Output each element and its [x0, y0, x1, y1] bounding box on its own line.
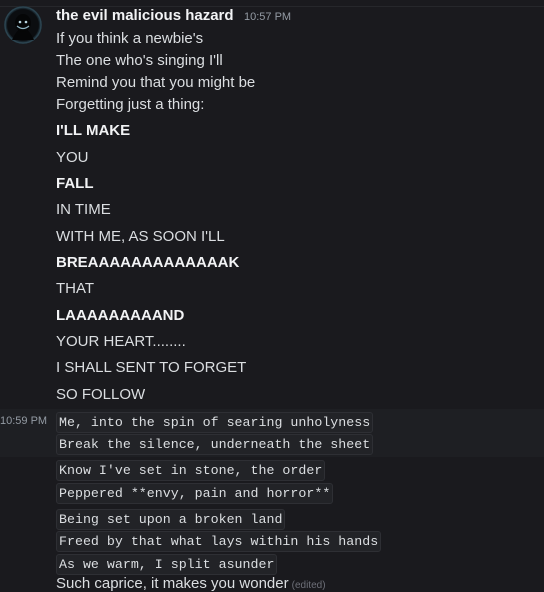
lyric-line: FALL: [56, 175, 94, 192]
inline-code-line: Being set upon a broken land: [56, 509, 286, 530]
lyric-line: WITH ME, AS SOON I'LL: [56, 228, 225, 245]
edited-label[interactable]: (edited): [292, 580, 326, 591]
lyric-line: Forgetting just a thing:: [56, 96, 205, 113]
lyric-line: Remind you that you might be: [56, 74, 256, 91]
lyric-line: IN TIME: [56, 201, 111, 218]
lyric-line: YOU: [56, 149, 89, 166]
username[interactable]: the evil malicious hazard: [56, 7, 234, 24]
lyric-line: The one who's singing I'll: [56, 52, 223, 69]
last-lyric-text: Such caprice, it makes you wonder: [56, 575, 289, 592]
avatar-figure-icon: [4, 6, 42, 44]
inline-code-line: Know I've set in stone, the order: [56, 460, 326, 481]
lyric-line: SO FOLLOW: [56, 386, 146, 403]
lyric-line: I'LL MAKE: [56, 122, 131, 139]
lyric-line: BREAAAAAAAAAAAAAK: [56, 254, 240, 271]
user-avatar[interactable]: [4, 6, 42, 44]
message-header: the evil malicious hazard 10:57 PM: [56, 7, 291, 27]
inline-code-line: Peppered **envy, pain and horror**: [56, 483, 334, 504]
last-lyric-line: Such caprice, it makes you wonder (edited…: [56, 575, 326, 592]
lyric-line: If you think a newbie's: [56, 30, 204, 47]
lyric-line: YOUR HEART........: [56, 333, 186, 350]
inline-code-line: Break the silence, underneath the sheet: [56, 434, 374, 455]
lyric-line: LAAAAAAAAAND: [56, 307, 185, 324]
inline-code-line: As we warm, I split asunder: [56, 554, 278, 575]
message-group: the evil malicious hazard 10:57 PM If yo…: [0, 0, 544, 592]
followup-timestamp[interactable]: 10:59 PM: [0, 415, 47, 427]
inline-code-line: Freed by that what lays within his hands: [56, 531, 382, 552]
lyric-line: THAT: [56, 280, 95, 297]
inline-code-line: Me, into the spin of searing unholyness: [56, 412, 374, 433]
lyric-line: I SHALL SENT TO FORGET: [56, 359, 247, 376]
message-timestamp[interactable]: 10:57 PM: [244, 11, 291, 23]
